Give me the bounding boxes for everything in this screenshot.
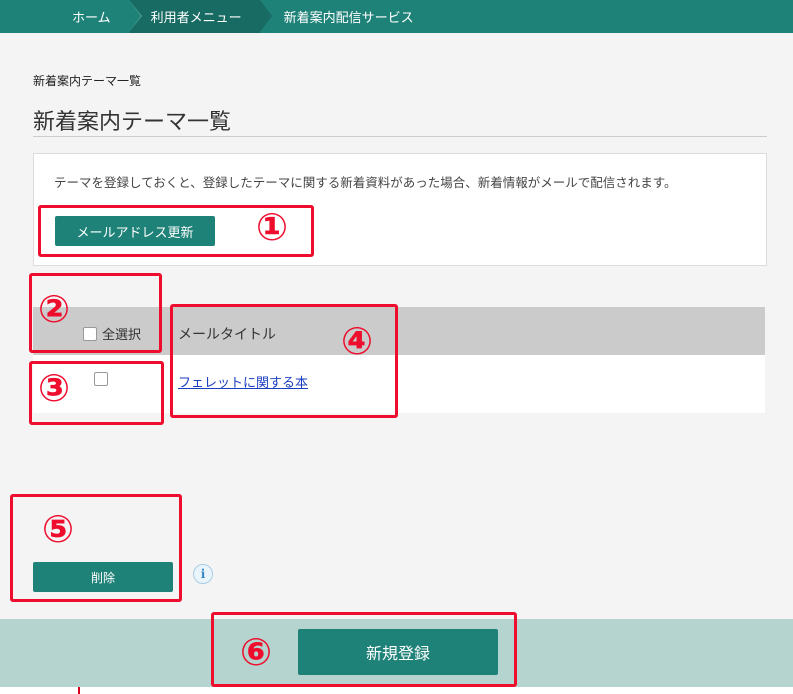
annotation-number-3: ③ — [38, 366, 71, 410]
breadcrumb-user-menu[interactable]: 利用者メニュー — [128, 0, 272, 33]
annotation-number-1: ① — [256, 205, 289, 249]
breadcrumb: ホーム 利用者メニュー 新着案内配信サービス — [0, 0, 793, 33]
breadcrumb-current: 新着案内配信サービス — [260, 0, 432, 33]
page-subtitle: 新着案内テーマ一覧 — [33, 74, 142, 88]
breadcrumb-current-label: 新着案内配信サービス — [283, 11, 414, 26]
info-icon[interactable]: i — [193, 564, 213, 584]
annotation-number-2: ② — [38, 287, 71, 331]
bottom-strip — [0, 687, 793, 694]
breadcrumb-home[interactable]: ホーム — [0, 0, 142, 33]
breadcrumb-separator — [128, 0, 141, 32]
breadcrumb-home-label[interactable]: ホーム — [72, 7, 111, 26]
page-title: 新着案内テーマ一覧 — [33, 110, 232, 135]
info-text: テーマを登録しておくと、登録したテーマに関する新着資料があった場合、新着情報がメ… — [54, 175, 677, 190]
bottom-red-mark — [78, 687, 80, 694]
annotation-number-5: ⑤ — [42, 507, 75, 551]
breadcrumb-separator — [259, 0, 272, 32]
annotation-number-4: ④ — [341, 319, 374, 363]
annotation-number-6: ⑥ — [240, 630, 273, 674]
annotation-box-5 — [10, 494, 182, 602]
title-divider — [33, 136, 767, 137]
breadcrumb-user-menu-label[interactable]: 利用者メニュー — [151, 7, 242, 26]
